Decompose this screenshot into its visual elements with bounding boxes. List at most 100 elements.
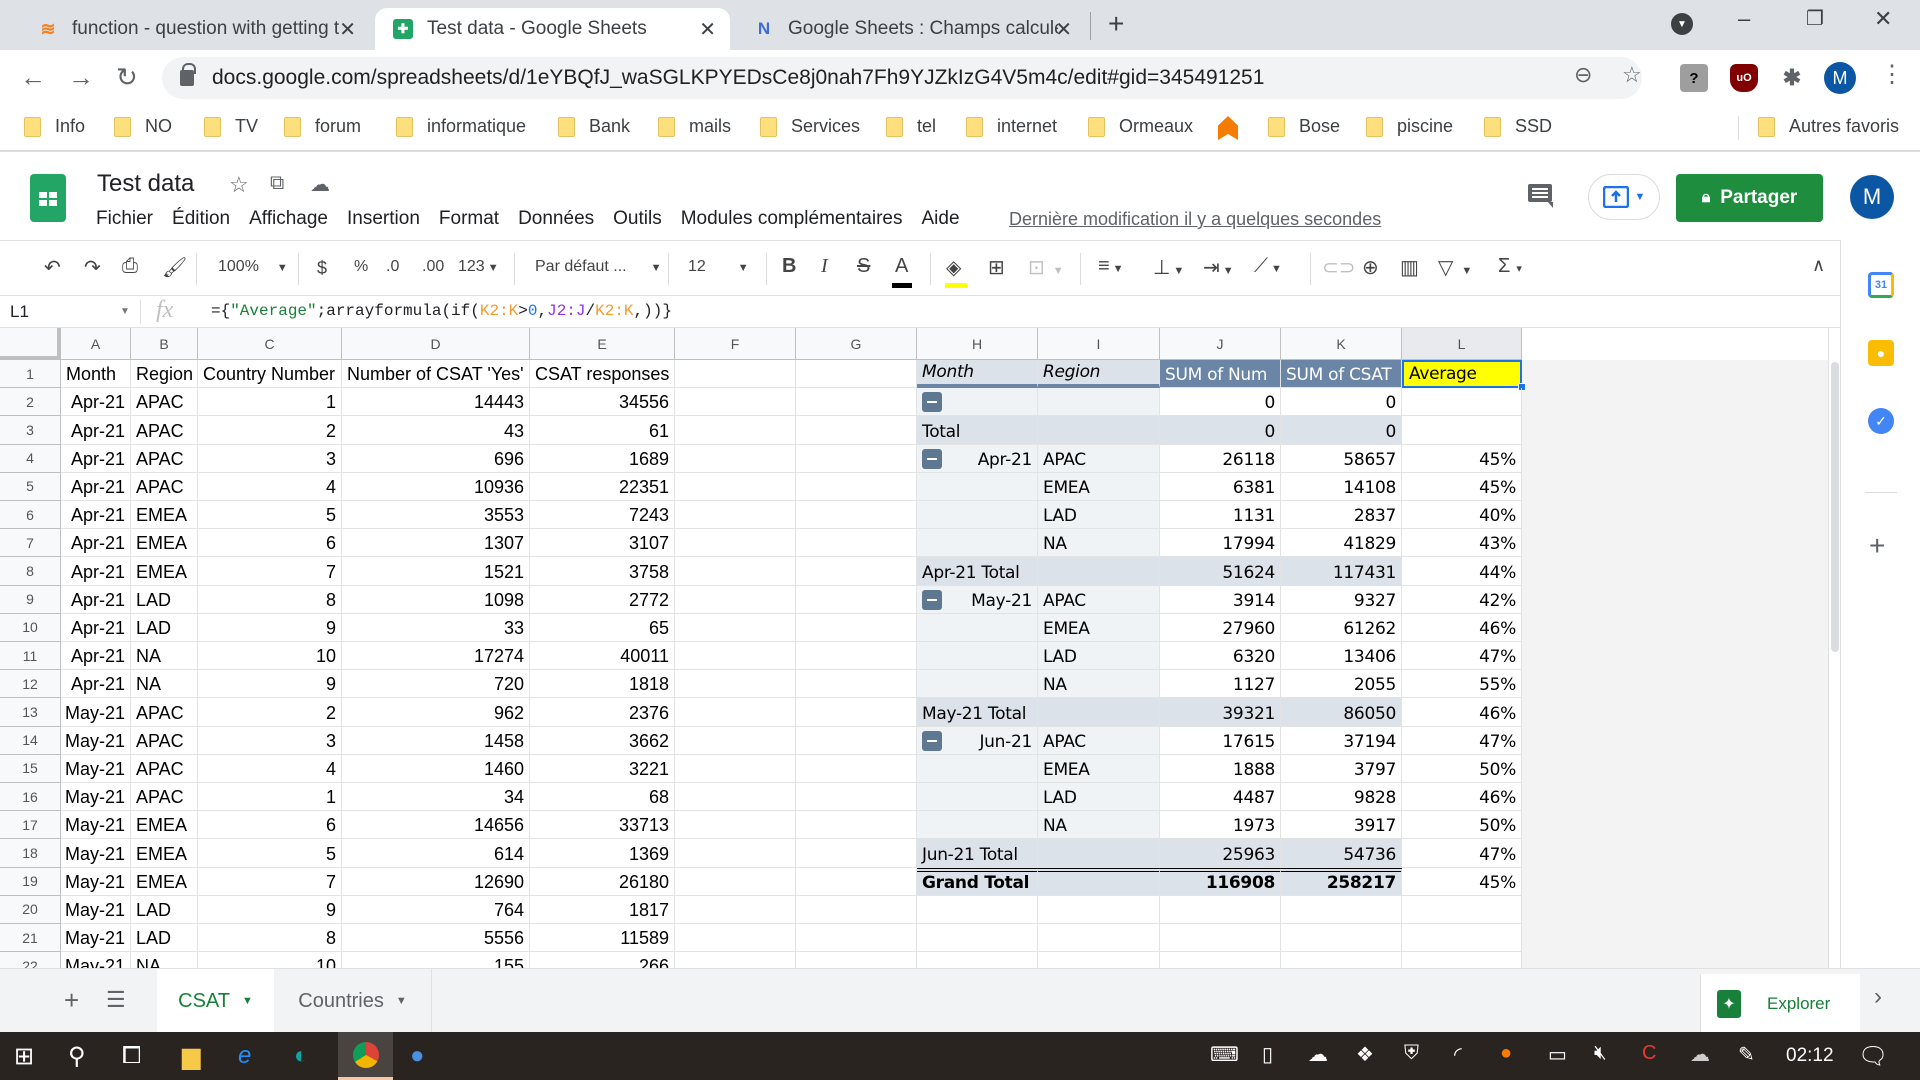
cell[interactable] bbox=[675, 839, 796, 868]
column-header-i[interactable]: I bbox=[1038, 328, 1160, 360]
data-cell[interactable]: 8 bbox=[198, 924, 342, 953]
defender-icon[interactable]: ⛨ bbox=[1404, 1042, 1419, 1065]
pivot-cell[interactable]: 1973 bbox=[1160, 811, 1281, 840]
data-cell[interactable]: 764 bbox=[342, 895, 530, 924]
data-cell[interactable]: 11589 bbox=[530, 924, 675, 953]
pivot-cell[interactable]: 45% bbox=[1402, 444, 1522, 473]
pivot-cell[interactable]: APAC bbox=[1038, 726, 1160, 755]
data-cell[interactable]: APAC bbox=[131, 388, 198, 417]
data-cell[interactable]: 33713 bbox=[530, 811, 675, 840]
search-icon[interactable]: ⚲ bbox=[68, 1042, 86, 1071]
bookmark-folder[interactable]: NO bbox=[114, 116, 172, 137]
data-cell[interactable]: APAC bbox=[131, 444, 198, 473]
data-cell[interactable]: 33 bbox=[342, 613, 530, 642]
comments-icon[interactable] bbox=[1526, 182, 1556, 208]
data-cell[interactable]: 614 bbox=[342, 839, 530, 868]
merge-cells-icon[interactable]: ⊡ ▼ bbox=[1028, 255, 1064, 280]
bookmark-star-icon[interactable]: ☆ bbox=[1622, 62, 1642, 88]
pivot-cell[interactable] bbox=[1038, 698, 1160, 727]
print-icon[interactable]: ⎙ bbox=[122, 255, 138, 278]
pivot-cell[interactable]: 258217 bbox=[1281, 867, 1402, 896]
cell[interactable] bbox=[796, 529, 917, 558]
data-cell[interactable]: 155 bbox=[342, 952, 530, 968]
pivot-cell[interactable] bbox=[917, 670, 1038, 699]
cell[interactable] bbox=[1038, 924, 1160, 953]
paint-format-icon[interactable]: 🖌︎ bbox=[162, 255, 187, 280]
more-formats-button[interactable]: 123 ▼ bbox=[458, 258, 499, 276]
insert-link-icon[interactable]: ⊂⊃ bbox=[1322, 255, 1356, 280]
close-tab-icon[interactable]: ✕ bbox=[1055, 17, 1072, 42]
menu-addons[interactable]: Modules complémentaires bbox=[681, 208, 903, 230]
cell[interactable] bbox=[1281, 895, 1402, 924]
column-header-g[interactable]: G bbox=[796, 328, 917, 360]
cell[interactable] bbox=[1402, 952, 1522, 968]
data-cell[interactable]: LAD bbox=[131, 613, 198, 642]
data-cell[interactable]: 2772 bbox=[530, 585, 675, 614]
zoom-select[interactable]: 100% ▼ bbox=[218, 258, 288, 276]
close-tab-icon[interactable]: ✕ bbox=[339, 17, 356, 42]
data-cell[interactable]: EMEA bbox=[131, 529, 198, 558]
data-cell[interactable]: May-21 bbox=[61, 783, 131, 812]
pivot-cell[interactable]: 2837 bbox=[1281, 501, 1402, 530]
data-cell[interactable]: 696 bbox=[342, 444, 530, 473]
bookmark-folder[interactable]: informatique bbox=[396, 116, 526, 137]
data-cell[interactable]: 3758 bbox=[530, 557, 675, 586]
column-header-c[interactable]: C bbox=[198, 328, 342, 360]
data-cell[interactable]: APAC bbox=[131, 472, 198, 501]
pivot-cell[interactable]: LAD bbox=[1038, 783, 1160, 812]
pivot-cell[interactable]: 27960 bbox=[1160, 613, 1281, 642]
data-cell[interactable]: 5556 bbox=[342, 924, 530, 953]
pivot-cell[interactable]: NA bbox=[1038, 529, 1160, 558]
data-cell[interactable]: EMEA bbox=[131, 501, 198, 530]
pivot-cell[interactable]: 0 bbox=[1160, 388, 1281, 417]
data-cell[interactable]: 3221 bbox=[530, 754, 675, 783]
cell[interactable] bbox=[1281, 952, 1402, 968]
bookmark-folder[interactable]: SSD bbox=[1484, 116, 1552, 137]
cell[interactable] bbox=[675, 472, 796, 501]
percent-format-button[interactable]: % bbox=[354, 258, 368, 276]
pivot-cell[interactable]: 37194 bbox=[1281, 726, 1402, 755]
pen-icon[interactable]: ✎ bbox=[1738, 1042, 1755, 1067]
collapse-group-icon[interactable] bbox=[922, 448, 942, 469]
other-bookmarks[interactable]: Autres favoris bbox=[1758, 116, 1899, 137]
scroll-thumb[interactable] bbox=[1831, 362, 1839, 652]
pivot-cell[interactable]: EMEA bbox=[1038, 754, 1160, 783]
cell[interactable] bbox=[1402, 895, 1522, 924]
bold-button[interactable]: B bbox=[782, 255, 796, 278]
data-cell[interactable]: 9 bbox=[198, 613, 342, 642]
row-header[interactable]: 15 bbox=[0, 754, 61, 783]
cell[interactable] bbox=[675, 501, 796, 530]
bookmark-folder[interactable]: Info bbox=[24, 116, 85, 137]
pivot-cell[interactable] bbox=[917, 754, 1038, 783]
new-tab-button[interactable]: + bbox=[1108, 8, 1124, 40]
notifications-icon[interactable]: 🗨︎ bbox=[1858, 1042, 1888, 1071]
pivot-cell[interactable]: 1888 bbox=[1160, 754, 1281, 783]
pivot-cell[interactable] bbox=[1038, 416, 1160, 445]
cell[interactable] bbox=[796, 360, 917, 389]
vertical-scrollbar[interactable] bbox=[1828, 328, 1840, 968]
data-cell[interactable]: May-21 bbox=[61, 867, 131, 896]
row-header[interactable]: 8 bbox=[0, 557, 61, 586]
name-box[interactable]: L1 bbox=[10, 302, 29, 322]
pivot-cell[interactable]: 39321 bbox=[1160, 698, 1281, 727]
data-cell[interactable]: 5 bbox=[198, 839, 342, 868]
data-cell[interactable]: 1 bbox=[198, 388, 342, 417]
pivot-cell[interactable]: 41829 bbox=[1281, 529, 1402, 558]
sheet-tab-csat[interactable]: CSAT ▼ bbox=[157, 969, 274, 1033]
restore-icon[interactable]: ❐ bbox=[1806, 6, 1824, 31]
keep-icon[interactable]: ● bbox=[1868, 340, 1894, 366]
data-cell[interactable]: 22351 bbox=[530, 472, 675, 501]
ublock-icon[interactable]: uO bbox=[1730, 64, 1758, 92]
data-cell[interactable]: 9 bbox=[198, 670, 342, 699]
pivot-cell[interactable]: 47% bbox=[1402, 839, 1522, 868]
cell[interactable] bbox=[675, 360, 796, 389]
keyboard-icon[interactable]: ⌨ bbox=[1210, 1042, 1239, 1067]
pivot-cell[interactable] bbox=[917, 811, 1038, 840]
pivot-cell[interactable] bbox=[1402, 388, 1522, 417]
internet-explorer-icon[interactable]: e bbox=[238, 1042, 251, 1070]
text-wrap-icon[interactable]: ⇥ ▼ bbox=[1203, 255, 1234, 280]
row-header[interactable]: 10 bbox=[0, 613, 61, 642]
header-cell[interactable]: CSAT responses bbox=[530, 360, 675, 389]
battery-icon[interactable]: ▭ bbox=[1548, 1042, 1567, 1067]
pivot-cell[interactable]: EMEA bbox=[1038, 472, 1160, 501]
